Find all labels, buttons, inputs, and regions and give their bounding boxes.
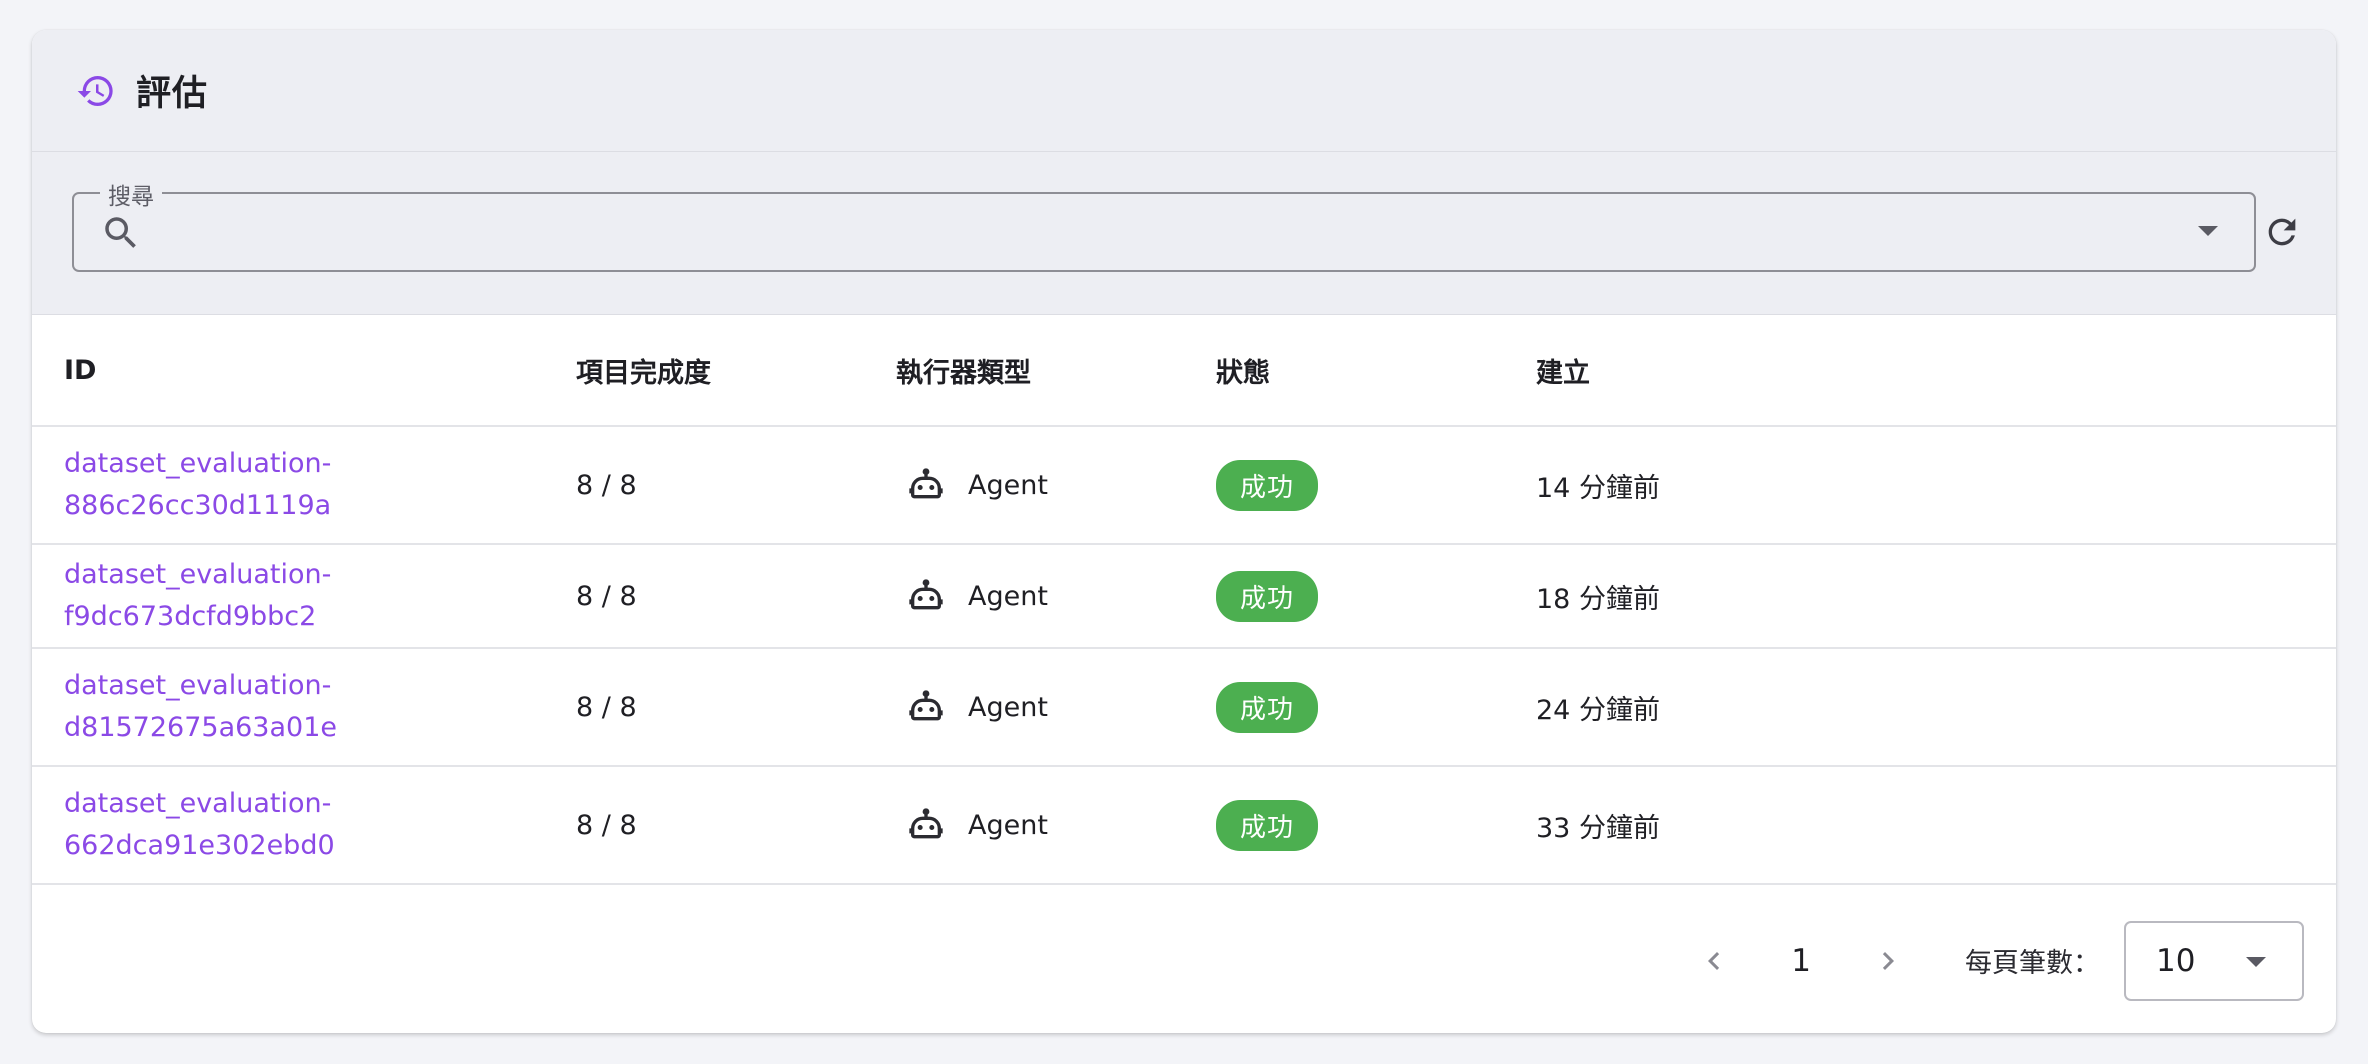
search-input[interactable]: 搜尋 [72, 177, 2256, 272]
refresh-button[interactable] [2262, 212, 2302, 252]
robot-icon [909, 579, 943, 610]
robot-icon [909, 808, 943, 839]
table-row[interactable]: dataset_evaluation-d81572675a63a01e 8 / … [32, 648, 2336, 767]
rows-per-page-label: 每頁筆數： [1965, 948, 2100, 979]
id-cell: dataset_evaluation-d81572675a63a01e [32, 648, 576, 767]
chevron-left-icon [1708, 951, 1720, 970]
search-icon [100, 212, 142, 254]
evaluations-card: 評估 搜尋 ID 項目完成度 執行器類型 狀態 建立 dataset_evalu… [32, 30, 2336, 1033]
executor-cell: Agent [896, 766, 1216, 885]
table-row[interactable]: dataset_evaluation- 662dca91e302ebd0 8 / … [32, 766, 2336, 885]
current-page[interactable]: 1 [1791, 943, 1811, 979]
status-badge: 成功 [1216, 799, 1319, 851]
column-header-executor[interactable]: 執行器類型 [896, 315, 1216, 427]
history-icon [74, 69, 118, 113]
status-badge: 成功 [1216, 570, 1319, 622]
status-cell: 成功 [1216, 426, 1536, 545]
executor-cell: Agent [896, 544, 1216, 649]
status-cell: 成功 [1216, 648, 1536, 767]
rows-per-page-select[interactable]: 10 [2124, 920, 2304, 1001]
progress-cell: 8 / 8 [576, 544, 896, 649]
column-header-id[interactable]: ID [32, 315, 576, 427]
table-header-row: ID 項目完成度 執行器類型 狀態 建立 [32, 315, 2336, 427]
column-header-created[interactable]: 建立 [1536, 315, 2336, 427]
table-row[interactable]: dataset_evaluation- 886c26cc30d1119a 8 / … [32, 426, 2336, 545]
executor-label: Agent [968, 580, 1048, 612]
progress-cell: 8 / 8 [576, 648, 896, 767]
created-cell: 33 分鐘前 [1536, 766, 2336, 885]
search-dropdown-icon[interactable] [2198, 226, 2218, 236]
card-header: 評估 [32, 30, 2336, 152]
rows-per-page-value: 10 [2156, 942, 2196, 979]
executor-cell: Agent [896, 648, 1216, 767]
status-cell: 成功 [1216, 766, 1536, 885]
page-title: 評估 [136, 74, 209, 114]
executor-cell: Agent [896, 426, 1216, 545]
robot-icon [909, 468, 943, 499]
evaluation-id-link[interactable]: dataset_evaluation- 886c26cc30d1119a [64, 443, 576, 527]
created-cell: 24 分鐘前 [1536, 648, 2336, 767]
table-row[interactable]: dataset_evaluation-f9dc673dcfd9bbc2 8 / … [32, 544, 2336, 649]
chevron-right-icon [1882, 951, 1894, 970]
search-area: 搜尋 [32, 152, 2336, 315]
id-cell: dataset_evaluation- 886c26cc30d1119a [32, 426, 576, 545]
column-header-progress[interactable]: 項目完成度 [576, 315, 896, 427]
evaluation-id-link[interactable]: dataset_evaluation- 662dca91e302ebd0 [64, 783, 576, 867]
status-cell: 成功 [1216, 544, 1536, 649]
next-page-button[interactable] [1867, 940, 1909, 982]
search-label: 搜尋 [100, 177, 162, 211]
id-cell: dataset_evaluation- 662dca91e302ebd0 [32, 766, 576, 885]
evaluations-table: ID 項目完成度 執行器類型 狀態 建立 dataset_evaluation-… [32, 315, 2336, 885]
executor-label: Agent [968, 691, 1048, 723]
progress-cell: 8 / 8 [576, 426, 896, 545]
prev-page-button[interactable] [1693, 940, 1735, 982]
status-badge: 成功 [1216, 459, 1319, 511]
executor-label: Agent [968, 469, 1048, 501]
evaluation-id-link[interactable]: dataset_evaluation-d81572675a63a01e [64, 665, 576, 749]
executor-label: Agent [968, 809, 1048, 841]
progress-cell: 8 / 8 [576, 766, 896, 885]
created-cell: 18 分鐘前 [1536, 544, 2336, 649]
status-badge: 成功 [1216, 681, 1319, 733]
column-header-status[interactable]: 狀態 [1216, 315, 1536, 427]
evaluation-id-link[interactable]: dataset_evaluation-f9dc673dcfd9bbc2 [64, 554, 576, 638]
chevron-down-icon [2246, 956, 2266, 967]
id-cell: dataset_evaluation-f9dc673dcfd9bbc2 [32, 544, 576, 649]
created-cell: 14 分鐘前 [1536, 426, 2336, 545]
robot-icon [909, 690, 943, 721]
pagination-bar: 1 每頁筆數： 10 [32, 888, 2336, 1033]
